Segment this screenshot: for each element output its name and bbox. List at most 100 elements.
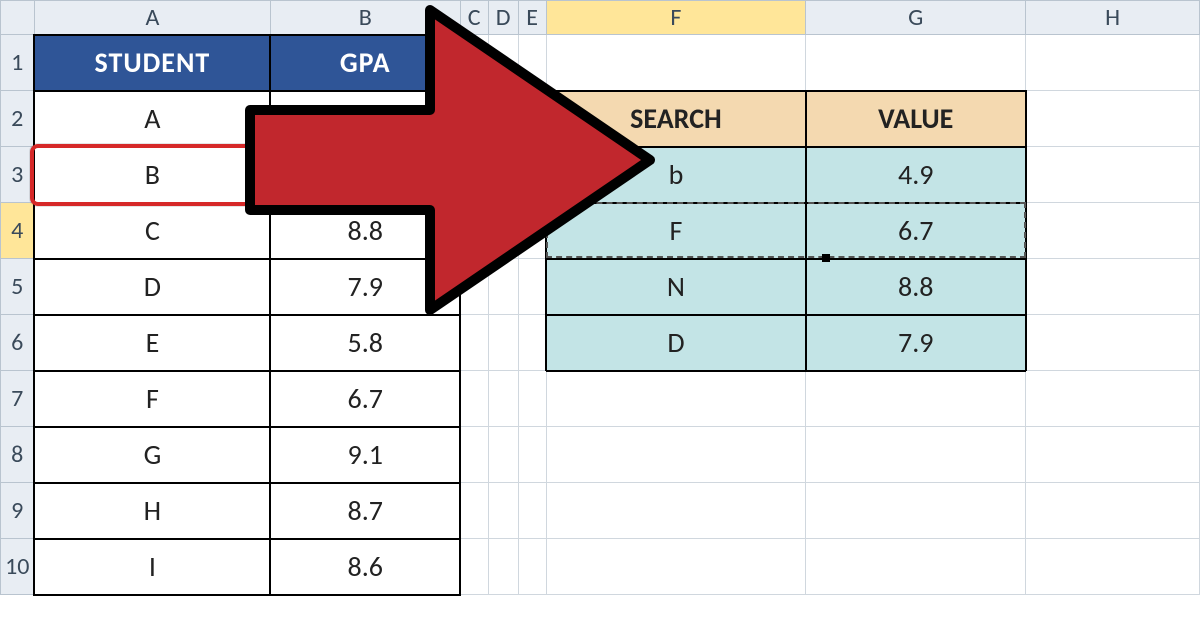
cell-D5[interactable] — [488, 259, 518, 315]
cell-A6[interactable]: E — [34, 315, 270, 371]
cell-H7[interactable] — [1026, 371, 1200, 427]
cell-B2[interactable]: 7.5 — [270, 91, 460, 147]
cell-C7[interactable] — [460, 371, 488, 427]
cell-F1[interactable] — [546, 35, 806, 91]
cell-G6[interactable]: 7.9 — [806, 315, 1026, 371]
cell-D1[interactable] — [488, 35, 518, 91]
cell-E8[interactable] — [518, 427, 546, 483]
spreadsheet[interactable]: A B C D E F G H 1 STUDENT GPA 2 A 7.5 SE… — [0, 0, 1200, 596]
cell-F2[interactable]: SEARCH — [546, 91, 806, 147]
col-header-E[interactable]: E — [518, 1, 546, 35]
cell-G4[interactable]: 6.7 — [806, 203, 1026, 259]
grid[interactable]: A B C D E F G H 1 STUDENT GPA 2 A 7.5 SE… — [0, 0, 1200, 596]
cell-F4[interactable]: F — [546, 203, 806, 259]
cell-B7[interactable]: 6.7 — [270, 371, 460, 427]
cell-H5[interactable] — [1026, 259, 1200, 315]
cell-B3[interactable]: 4.9 — [270, 147, 460, 203]
cell-C1[interactable] — [460, 35, 488, 91]
cell-F5[interactable]: N — [546, 259, 806, 315]
cell-C9[interactable] — [460, 483, 488, 539]
col-header-F[interactable]: F — [546, 1, 806, 35]
cell-H1[interactable] — [1026, 35, 1200, 91]
row-header-9[interactable]: 9 — [1, 483, 35, 539]
cell-D3[interactable] — [488, 147, 518, 203]
cell-E7[interactable] — [518, 371, 546, 427]
cell-E2[interactable] — [518, 91, 546, 147]
cell-G5[interactable]: 8.8 — [806, 259, 1026, 315]
cell-B4[interactable]: 8.8 — [270, 203, 460, 259]
cell-B6[interactable]: 5.8 — [270, 315, 460, 371]
cell-G9[interactable] — [806, 483, 1026, 539]
cell-C2[interactable] — [460, 91, 488, 147]
cell-G7[interactable] — [806, 371, 1026, 427]
cell-A8[interactable]: G — [34, 427, 270, 483]
cell-D2[interactable] — [488, 91, 518, 147]
cell-D6[interactable] — [488, 315, 518, 371]
cell-A2[interactable]: A — [34, 91, 270, 147]
cell-C4[interactable] — [460, 203, 488, 259]
cell-A3[interactable]: B — [34, 147, 270, 203]
row-header-6[interactable]: 6 — [1, 315, 35, 371]
row-header-2[interactable]: 2 — [1, 91, 35, 147]
cell-F7[interactable] — [546, 371, 806, 427]
cell-A5[interactable]: D — [34, 259, 270, 315]
cell-B1[interactable]: GPA — [270, 35, 460, 91]
cell-D7[interactable] — [488, 371, 518, 427]
cell-E5[interactable] — [518, 259, 546, 315]
row-header-8[interactable]: 8 — [1, 427, 35, 483]
cell-H6[interactable] — [1026, 315, 1200, 371]
row-header-5[interactable]: 5 — [1, 259, 35, 315]
col-header-G[interactable]: G — [806, 1, 1026, 35]
cell-F10[interactable] — [546, 539, 806, 595]
cell-C8[interactable] — [460, 427, 488, 483]
cell-H10[interactable] — [1026, 539, 1200, 595]
cell-H9[interactable] — [1026, 483, 1200, 539]
cell-A10[interactable]: I — [34, 539, 270, 595]
row-header-1[interactable]: 1 — [1, 35, 35, 91]
cell-C10[interactable] — [460, 539, 488, 595]
cell-F9[interactable] — [546, 483, 806, 539]
cell-E3[interactable] — [518, 147, 546, 203]
cell-A9[interactable]: H — [34, 483, 270, 539]
fill-handle[interactable] — [822, 254, 830, 262]
cell-F6[interactable]: D — [546, 315, 806, 371]
cell-B10[interactable]: 8.6 — [270, 539, 460, 595]
cell-H4[interactable] — [1026, 203, 1200, 259]
cell-D4[interactable] — [488, 203, 518, 259]
cell-G8[interactable] — [806, 427, 1026, 483]
row-header-4[interactable]: 4 — [1, 203, 35, 259]
cell-G1[interactable] — [806, 35, 1026, 91]
col-header-A[interactable]: A — [34, 1, 270, 35]
cell-H2[interactable] — [1026, 91, 1200, 147]
cell-G3[interactable]: 4.9 — [806, 147, 1026, 203]
cell-B8[interactable]: 9.1 — [270, 427, 460, 483]
cell-A4[interactable]: C — [34, 203, 270, 259]
cell-H3[interactable] — [1026, 147, 1200, 203]
col-header-H[interactable]: H — [1026, 1, 1200, 35]
cell-G10[interactable] — [806, 539, 1026, 595]
cell-B5[interactable]: 7.9 — [270, 259, 460, 315]
cell-D9[interactable] — [488, 483, 518, 539]
cell-E4[interactable] — [518, 203, 546, 259]
select-all-corner[interactable] — [1, 1, 35, 35]
row-header-3[interactable]: 3 — [1, 147, 35, 203]
cell-C5[interactable] — [460, 259, 488, 315]
cell-B9[interactable]: 8.7 — [270, 483, 460, 539]
col-header-C[interactable]: C — [460, 1, 488, 35]
cell-G2[interactable]: VALUE — [806, 91, 1026, 147]
cell-A1[interactable]: STUDENT — [34, 35, 270, 91]
cell-F3[interactable]: b — [546, 147, 806, 203]
col-header-D[interactable]: D — [488, 1, 518, 35]
cell-C3[interactable] — [460, 147, 488, 203]
row-header-10[interactable]: 10 — [1, 539, 35, 595]
cell-E1[interactable] — [518, 35, 546, 91]
cell-A7[interactable]: F — [34, 371, 270, 427]
cell-C6[interactable] — [460, 315, 488, 371]
cell-E6[interactable] — [518, 315, 546, 371]
cell-E10[interactable] — [518, 539, 546, 595]
row-header-7[interactable]: 7 — [1, 371, 35, 427]
col-header-B[interactable]: B — [270, 1, 460, 35]
cell-H8[interactable] — [1026, 427, 1200, 483]
cell-D10[interactable] — [488, 539, 518, 595]
cell-E9[interactable] — [518, 483, 546, 539]
